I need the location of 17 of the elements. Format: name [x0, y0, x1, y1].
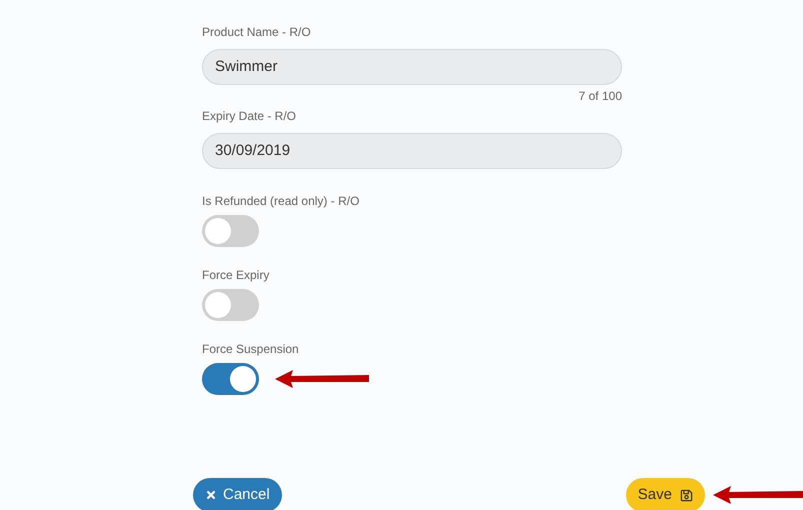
toggle-label: Force Suspension — [202, 341, 299, 357]
save-icon — [680, 488, 693, 502]
field-label: Expiry Date - R/O — [202, 108, 296, 124]
toggle-switch[interactable] — [202, 289, 259, 321]
toggle-switch[interactable] — [202, 363, 259, 395]
save-button[interactable]: Save — [626, 478, 705, 510]
toggle-label: Is Refunded (read only) - R/O — [202, 193, 360, 209]
toggle-switch[interactable] — [202, 215, 259, 247]
text-field[interactable]: 30/09/2019 — [202, 133, 622, 169]
text-field[interactable]: Swimmer — [202, 49, 622, 85]
toggle-label: Force Expiry — [202, 267, 270, 283]
cancel-button[interactable]: Cancel — [193, 478, 282, 510]
field-label: Product Name - R/O — [202, 24, 311, 40]
close-icon — [205, 489, 217, 501]
arrow-icon — [713, 486, 803, 504]
character-counter: 7 of 100 — [578, 88, 622, 104]
arrow-icon — [275, 370, 369, 388]
